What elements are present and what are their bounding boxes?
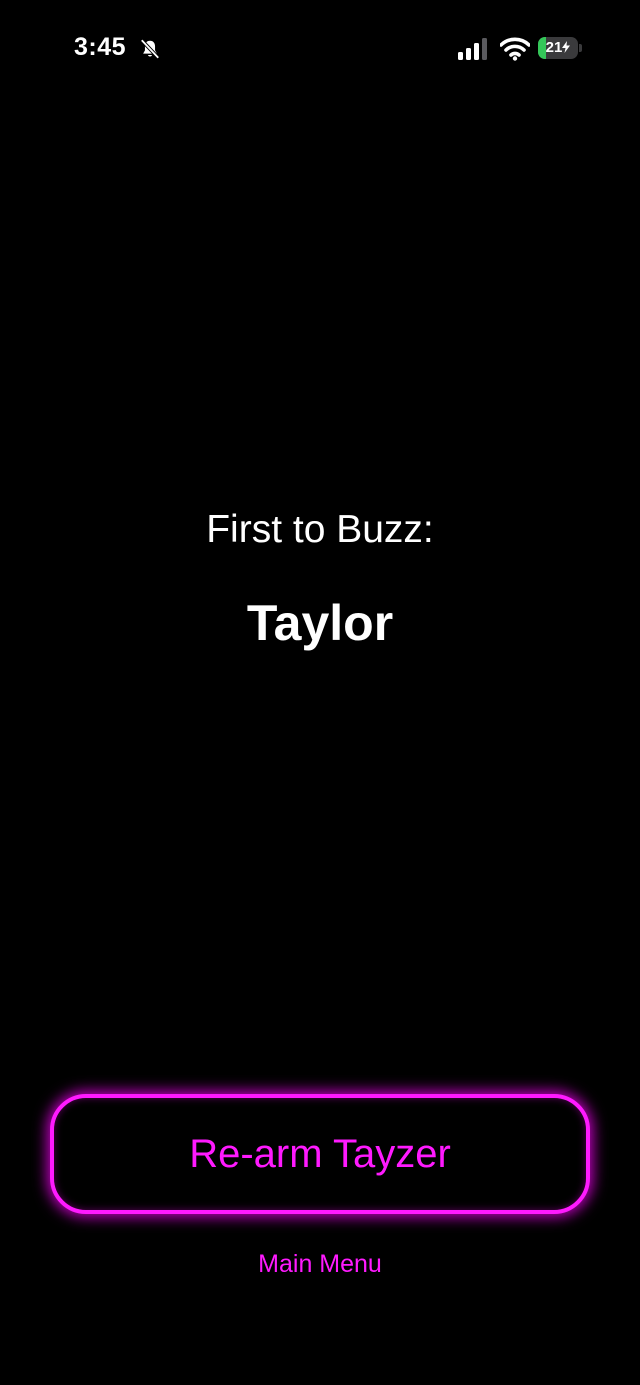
rearm-button[interactable]: Re-arm Tayzer [50,1094,590,1214]
battery-cap [579,44,582,52]
first-to-buzz-label: First to Buzz: [206,508,434,551]
battery-body: 21 [538,37,578,59]
status-bar: 3:45 21 [0,0,640,100]
status-time: 3:45 [74,33,127,61]
battery-level: 21 [538,37,578,59]
cellular-signal-icon [458,38,487,60]
wifi-icon [500,37,530,61]
battery-indicator: 21 [538,37,582,59]
bell-slash-icon [140,39,160,59]
rearm-button-label: Re-arm Tayzer [189,1131,451,1176]
charging-bolt-icon [562,41,571,53]
winner-name: Taylor [246,595,394,651]
main-menu-link[interactable]: Main Menu [0,1250,640,1279]
